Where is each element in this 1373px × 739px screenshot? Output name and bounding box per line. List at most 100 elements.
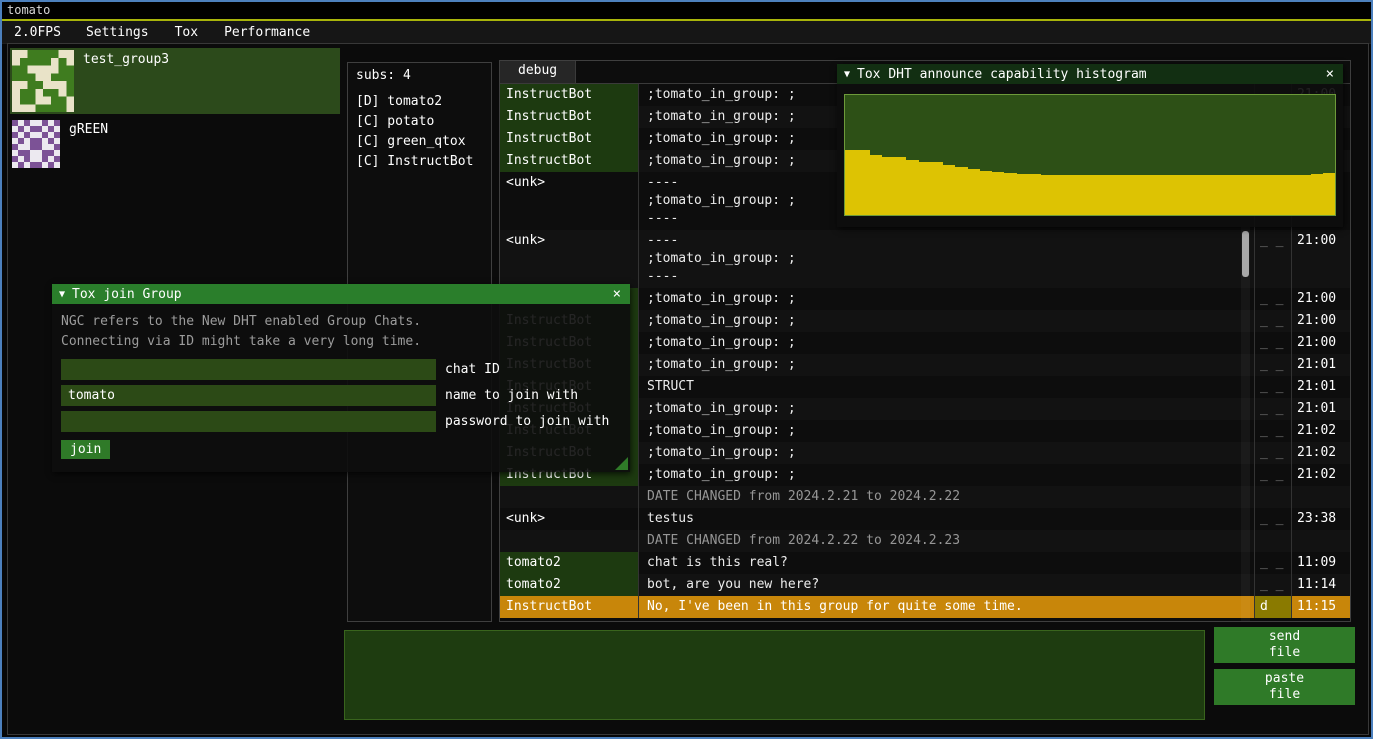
- histogram-bin: [1176, 175, 1188, 215]
- histogram-bin: [1041, 175, 1053, 215]
- fps-counter: 2.0FPS: [2, 25, 73, 40]
- histogram-bin: [882, 157, 894, 215]
- message-flags: [1255, 530, 1292, 552]
- join-info-line-2: Connecting via ID might take a very long…: [61, 332, 621, 352]
- message-sender: InstructBot: [500, 84, 639, 106]
- histogram-window-body: [837, 84, 1343, 227]
- join-input-chat-ID[interactable]: [61, 359, 436, 380]
- join-field-row: chat ID: [61, 359, 621, 380]
- message-time: 21:00: [1292, 332, 1350, 354]
- join-field-label: chat ID: [445, 362, 500, 377]
- contact-item-gREEN[interactable]: gREEN: [10, 118, 340, 170]
- histogram-bin: [1004, 173, 1016, 215]
- join-group-window-title: Tox join Group: [72, 287, 604, 302]
- close-icon[interactable]: ×: [611, 286, 623, 302]
- histogram-bin: [857, 150, 869, 215]
- histogram-bin: [1017, 174, 1029, 215]
- message-row[interactable]: <unk>testus_ _23:38: [500, 508, 1350, 530]
- menu-items: SettingsToxPerformance: [73, 25, 323, 40]
- subs-item[interactable]: [C] InstructBot: [356, 152, 483, 172]
- paste-file-label-2: file: [1216, 687, 1353, 703]
- message-sender: InstructBot: [500, 128, 639, 150]
- tab-debug[interactable]: debug: [500, 61, 576, 83]
- message-time: 21:01: [1292, 376, 1350, 398]
- join-input-name-to-join-with[interactable]: tomato: [61, 385, 436, 406]
- message-sender: [500, 530, 639, 552]
- send-file-button[interactable]: send file: [1214, 627, 1355, 663]
- message-flags: [1255, 486, 1292, 508]
- histogram-bin: [1090, 175, 1102, 215]
- collapse-arrow-icon[interactable]: ▼: [59, 289, 65, 300]
- histogram-bin: [1298, 175, 1310, 215]
- message-time: 21:02: [1292, 420, 1350, 442]
- message-sender: tomato2: [500, 574, 639, 596]
- window-titlebar[interactable]: tomato: [2, 2, 1371, 19]
- histogram-window-titlebar[interactable]: ▼ Tox DHT announce capability histogram …: [837, 64, 1343, 84]
- histogram-bin: [1213, 175, 1225, 215]
- histogram-bin: [980, 171, 992, 215]
- join-button[interactable]: join: [61, 440, 110, 459]
- histogram-bin: [1249, 175, 1261, 215]
- message-flags: _ _: [1255, 230, 1292, 288]
- subs-item[interactable]: [D] tomato2: [356, 92, 483, 112]
- menu-bar: 2.0FPS SettingsToxPerformance: [2, 21, 1371, 44]
- close-icon[interactable]: ×: [1324, 66, 1336, 82]
- paste-file-button[interactable]: paste file: [1214, 669, 1355, 705]
- message-flags: d: [1255, 596, 1292, 618]
- paste-file-label-1: paste: [1216, 671, 1353, 687]
- resize-grip[interactable]: [615, 457, 628, 470]
- message-flags: _ _: [1255, 310, 1292, 332]
- chat-scrollbar-thumb[interactable]: [1242, 231, 1249, 277]
- join-group-window-titlebar[interactable]: ▼ Tox join Group ×: [52, 284, 630, 304]
- message-time: 21:00: [1292, 288, 1350, 310]
- collapse-arrow-icon[interactable]: ▼: [844, 69, 850, 80]
- message-time: 21:02: [1292, 464, 1350, 486]
- message-flags: _ _: [1255, 574, 1292, 596]
- histogram-bin: [955, 167, 967, 215]
- message-sender: InstructBot: [500, 106, 639, 128]
- subs-item[interactable]: [C] green_qtox: [356, 132, 483, 152]
- message-row[interactable]: DATE CHANGED from 2024.2.22 to 2024.2.23: [500, 530, 1350, 552]
- join-group-window-body: NGC refers to the New DHT enabled Group …: [52, 304, 630, 472]
- subs-header: subs: 4: [356, 68, 483, 83]
- histogram-bin: [1237, 175, 1249, 215]
- histogram-bin: [1127, 175, 1139, 215]
- message-text: ;tomato_in_group: ;: [639, 398, 1255, 420]
- message-row[interactable]: <unk>---- ;tomato_in_group: ; ----_ _21:…: [500, 230, 1350, 288]
- message-row[interactable]: tomato2bot, are you new here?_ _11:14: [500, 574, 1350, 596]
- histogram-bin: [931, 162, 943, 215]
- histogram-bin: [1262, 175, 1274, 215]
- join-input-password-to-join-with[interactable]: [61, 411, 436, 432]
- message-input[interactable]: [344, 630, 1205, 720]
- message-text: DATE CHANGED from 2024.2.22 to 2024.2.23: [639, 530, 1255, 552]
- message-text: ;tomato_in_group: ;: [639, 420, 1255, 442]
- message-text: ;tomato_in_group: ;: [639, 288, 1255, 310]
- message-flags: _ _: [1255, 354, 1292, 376]
- join-field-label: name to join with: [445, 388, 578, 403]
- join-field-row: password to join with: [61, 411, 621, 432]
- menu-item-performance[interactable]: Performance: [211, 25, 323, 40]
- message-text: ---- ;tomato_in_group: ; ----: [639, 230, 1255, 288]
- message-text: DATE CHANGED from 2024.2.21 to 2024.2.22: [639, 486, 1255, 508]
- message-row[interactable]: tomato2chat is this real?_ _11:09: [500, 552, 1350, 574]
- histogram-bin: [1102, 175, 1114, 215]
- histogram-bin: [1139, 175, 1151, 215]
- message-text: ;tomato_in_group: ;: [639, 310, 1255, 332]
- join-field-label: password to join with: [445, 414, 609, 429]
- message-time: 11:15: [1292, 596, 1350, 618]
- menu-item-settings[interactable]: Settings: [73, 25, 162, 40]
- contact-item-test_group3[interactable]: test_group3: [10, 48, 340, 114]
- message-flags: _ _: [1255, 464, 1292, 486]
- message-sender: [500, 486, 639, 508]
- app-window: tomato 2.0FPS SettingsToxPerformance tes…: [0, 0, 1373, 739]
- histogram-bin: [1053, 175, 1065, 215]
- join-fields: chat ID tomato name to join with password t…: [61, 359, 621, 432]
- menu-item-tox[interactable]: Tox: [162, 25, 211, 40]
- message-time: 21:01: [1292, 398, 1350, 420]
- subs-item[interactable]: [C] potato: [356, 112, 483, 132]
- message-time: [1292, 486, 1350, 508]
- message-sender: tomato2: [500, 552, 639, 574]
- message-row[interactable]: DATE CHANGED from 2024.2.21 to 2024.2.22: [500, 486, 1350, 508]
- message-row[interactable]: InstructBotNo, I've been in this group f…: [500, 596, 1350, 618]
- histogram-bin: [845, 150, 857, 215]
